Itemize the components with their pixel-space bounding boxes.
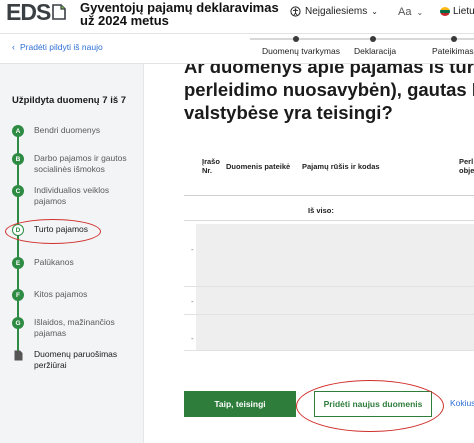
progress-value: 7 iš 7 [102,95,127,106]
table-cell-empty: - [191,297,194,306]
top-header: EDS Gyventojų pajamų deklaravimas už 202… [0,0,474,34]
sidebar-item-label: Kitos pajamos [34,289,88,299]
sidebar-item-label: Palūkanos [34,257,74,267]
step-badge: C [12,185,24,197]
sidebar-item-label: Individualios veiklos pajamos [34,185,110,206]
table-cell-empty: - [191,245,194,254]
step-marker [451,36,457,42]
tab-deklaracija[interactable]: Deklaracija [354,46,396,56]
question-line: perleidimo nuosavybėn), gautas Lie [184,79,474,100]
chevron-down-icon: ⌄ [416,8,424,17]
sidebar-item-bendri-duomenys[interactable]: A Bendri duomenys [12,125,139,137]
table-header: Įrašo Nr. Duomenis pateikė Pajamų rūšis … [184,156,474,196]
page-title: Gyventojų pajamų deklaravimas už 2024 me… [80,0,279,28]
column-header-transfer-object: Perl obje [459,157,474,175]
other-link[interactable]: Kokius [450,398,474,408]
step-badge: E [12,257,24,269]
table-row-divider [184,314,474,315]
progress-sidebar: Užpildyta duomenų 7 iš 7 A Bendri duomen… [0,64,144,443]
font-size-label: Aa [398,6,412,18]
sidebar-item-individualios-veiklos[interactable]: C Individualios veiklos pajamos [12,185,139,207]
column-header-income-type: Pajamų rūšis ir kodas [302,162,380,171]
step-badge: G [12,317,24,329]
sidebar-item-kitos-pajamos[interactable]: F Kitos pajamos [12,289,139,301]
sidebar-item-label: Išlaidos, mažinančios pajamas [34,317,115,338]
accessibility-menu[interactable]: Neįgaliesiems ⌄ [290,6,378,17]
sidebar-item-label: Duomenų paruošimas peržiūrai [34,349,118,370]
language-label: Lietu [453,6,474,17]
question-line: valstybėse yra teisingi? [184,102,393,123]
sidebar-item-label: Bendri duomenys [34,125,101,135]
step-marker [293,36,299,42]
step-badge: B [12,153,24,165]
app-window: EDS Gyventojų pajamų deklaravimas už 202… [0,0,474,443]
step-progress-line [250,38,474,40]
lithuania-flag-icon [440,7,450,16]
progress-prefix: Užpildyta duomenų [12,95,100,106]
table-total-row: Iš viso: [184,196,474,221]
restart-label: Pradėti pildyti iš naujo [20,42,103,52]
logo-document-icon [52,4,67,20]
main-content: Ar duomenys apie pajamas iš turto perlei… [144,64,474,443]
language-menu[interactable]: Lietu [440,6,474,17]
step-navigation: ‹ Pradėti pildyti iš naujo Duomenų tvark… [0,34,474,64]
confirm-button[interactable]: Taip, teisingi [184,391,296,417]
table-row-divider [184,350,474,351]
column-header-provider: Duomenis pateikė [226,162,291,171]
question-line: Ar duomenys apie pajamas iš turto [184,64,474,77]
total-label: Iš viso: [308,206,334,215]
sidebar-item-label: Darbo pajamos ir gautos socialinės išmok… [34,153,127,174]
column-header-record-no: Įrašo Nr. [202,157,220,175]
chevron-down-icon: ⌄ [371,7,378,16]
chevron-left-icon: ‹ [12,42,15,52]
logo-text: EDS [6,0,51,25]
restart-link[interactable]: ‹ Pradėti pildyti iš naujo [12,42,103,52]
step-badge: F [12,289,24,301]
progress-heading: Užpildyta duomenų 7 iš 7 [12,95,126,106]
table-cell-empty: - [191,334,194,343]
redacted-table-content [196,224,474,351]
question-heading: Ar duomenys apie pajamas iš turto perlei… [184,64,474,124]
highlight-oval [296,380,444,432]
document-icon [12,349,24,361]
highlight-oval [5,219,101,244]
step-badge: A [12,125,24,137]
eds-logo[interactable]: EDS [6,0,67,25]
step-marker [370,36,376,42]
font-size-menu[interactable]: Aa ⌄ [398,6,423,18]
sidebar-item-duomenu-paruosimas[interactable]: Duomenų paruošimas peržiūrai [12,349,139,371]
accessibility-label: Neįgaliesiems [305,6,368,17]
sidebar-item-darbo-pajamos[interactable]: B Darbo pajamos ir gautos socialinės išm… [12,153,139,175]
tab-pateikimas[interactable]: Pateikimas [432,46,474,56]
sidebar-item-islaidos[interactable]: G Išlaidos, mažinančios pajamas [12,317,139,339]
tab-duomenu-tvarkymas[interactable]: Duomenų tvarkymas [262,46,340,56]
accessibility-icon [290,6,301,17]
sidebar-item-palukanos[interactable]: E Palūkanos [12,257,139,269]
table-row-divider [184,286,474,287]
